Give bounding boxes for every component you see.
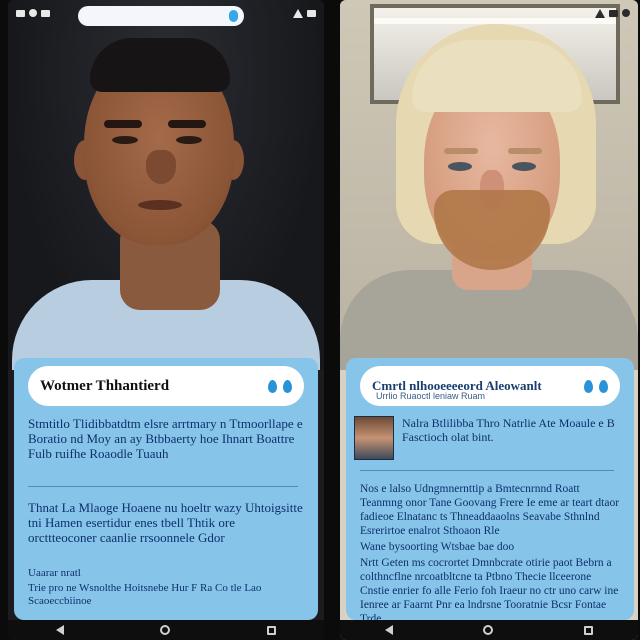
info-card: Wotmer Thhantierd Stmtitlo Tlidibbatdtm …: [14, 358, 318, 620]
back-icon[interactable]: [385, 625, 394, 635]
battery-icon: [609, 9, 618, 17]
profile-photo[interactable]: [8, 0, 324, 370]
alarm-icon: [622, 9, 630, 17]
photo-eye: [112, 136, 138, 144]
battery-icon: [307, 9, 316, 17]
sync-icon: [29, 9, 37, 17]
drop-icon[interactable]: [599, 379, 608, 393]
home-icon[interactable]: [483, 625, 494, 635]
photo-hair: [90, 38, 230, 92]
wifi-icon: [293, 8, 303, 18]
photo-eye: [448, 162, 472, 171]
card-paragraph: Stmtitlo Tlidibbatdtm elsre arrtmary n T…: [28, 416, 303, 461]
photo-mouth: [138, 200, 182, 210]
photo-brow: [168, 120, 206, 128]
back-icon[interactable]: [56, 625, 65, 635]
photo-eye: [176, 136, 202, 144]
drop-icon[interactable]: [283, 379, 292, 393]
profile-thumbnail[interactable]: [354, 416, 394, 460]
card-paragraph: Wane bysoorting Wtsbae bae doo: [360, 541, 515, 553]
card-paragraph: Uaarar nratl: [28, 567, 81, 579]
profile-photo[interactable]: [340, 0, 638, 370]
recents-icon[interactable]: [583, 625, 593, 635]
divider: [28, 486, 298, 487]
wifi-icon: [595, 8, 605, 18]
app-icon: [41, 9, 50, 17]
status-bar: [340, 0, 638, 26]
divider: [360, 470, 614, 471]
left-phone-screen: Wotmer Thhantierd Stmtitlo Tlidibbatdtm …: [8, 0, 324, 640]
card-subtitle: Urrlio Ruaoctl leniaw Ruam: [376, 391, 486, 401]
drop-icon[interactable]: [268, 379, 277, 393]
recents-icon[interactable]: [266, 625, 276, 635]
thumbnail-caption: Nalra Btlilibba Thro Natrlie Ate Moaule …: [402, 416, 615, 444]
home-icon[interactable]: [160, 625, 171, 635]
photo-brow: [508, 148, 542, 154]
system-nav-bar: [8, 620, 324, 640]
card-paragraph: Nos e lalso Udngmnernttip a Bmtecnrnnd R…: [360, 483, 620, 537]
photo-brow: [444, 148, 478, 154]
title-pill[interactable]: Wotmer Thhantierd: [28, 366, 304, 406]
card-title: Wotmer Thhantierd: [40, 377, 170, 394]
card-paragraph: Trie pro ne Wsnolthe Hoitsnebe Hur F Ra …: [28, 582, 262, 607]
card-paragraph: Nrtt Geten ms cocrortet Dmnbcrate otirie…: [360, 557, 619, 620]
info-card: Cmrtl nlhooeeeeord Aleowanlt Urrlio Ruao…: [346, 358, 634, 620]
system-nav-bar: [340, 620, 638, 640]
linked-profile-row[interactable]: Nalra Btlilibba Thro Natrlie Ate Moaule …: [354, 416, 626, 462]
status-bar: [8, 0, 324, 26]
drop-icon[interactable]: [584, 379, 593, 393]
photo-eye: [512, 162, 536, 171]
photo-nose: [146, 150, 176, 184]
notification-icon: [16, 9, 25, 17]
photo-brow: [104, 120, 142, 128]
right-phone-screen: Cmrtl nlhooeeeeord Aleowanlt Urrlio Ruao…: [340, 0, 638, 640]
photo-hair: [412, 40, 582, 112]
card-paragraph: Thnat La Mlaoge Hoaene nu hoeltr wazy Uh…: [28, 500, 303, 545]
